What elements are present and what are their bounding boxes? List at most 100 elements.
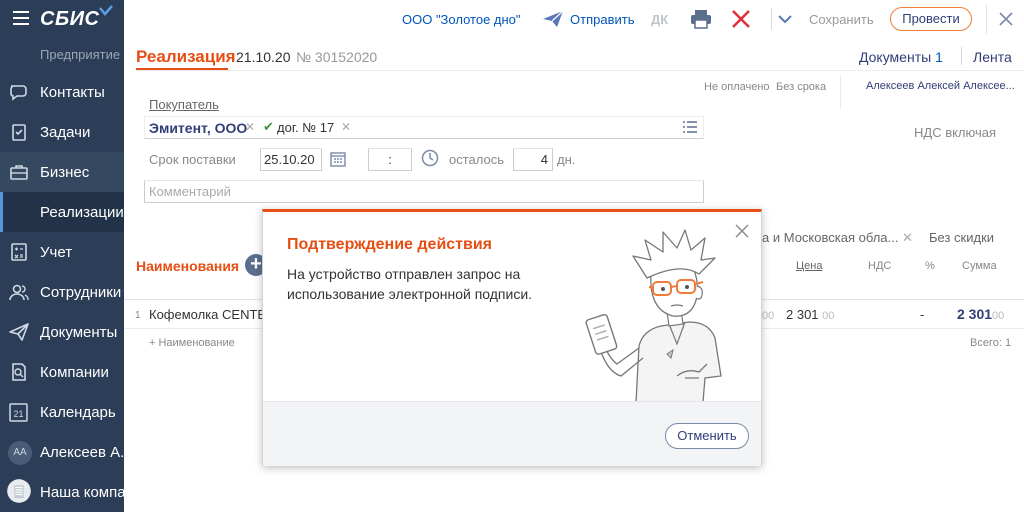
person-with-phone-illustration bbox=[585, 229, 722, 402]
discount-selector[interactable]: Без скидки bbox=[929, 230, 994, 245]
remove-contract-icon[interactable]: ✕ bbox=[341, 120, 351, 134]
row-quantity-fraction: 00 bbox=[762, 310, 775, 322]
header-divider bbox=[136, 70, 1024, 71]
chevron-down-icon[interactable] bbox=[777, 12, 793, 26]
company-subtitle: Предприятие bbox=[40, 47, 121, 62]
briefcase-icon bbox=[10, 165, 28, 180]
documents-label: Документы bbox=[859, 49, 932, 65]
document-date[interactable]: 21.10.20 bbox=[236, 49, 291, 65]
payment-status[interactable]: Не оплачено bbox=[704, 81, 770, 93]
header-tab-divider bbox=[961, 47, 962, 65]
list-icon[interactable] bbox=[683, 121, 697, 133]
send-icon[interactable] bbox=[542, 10, 564, 28]
documents-tab[interactable]: Документы 1 bbox=[859, 49, 943, 65]
sidebar-item-label: Реализации bbox=[40, 204, 124, 221]
sidebar-item-employees[interactable]: Сотрудники bbox=[0, 272, 124, 312]
dialog-title: Подтверждение действия bbox=[287, 236, 493, 253]
sidebar-item-our-company[interactable]: Наша компа... bbox=[0, 472, 124, 512]
remaining-label: осталось bbox=[449, 152, 505, 167]
page-title: Реализация bbox=[136, 47, 236, 66]
remove-buyer-icon[interactable]: ✕ bbox=[245, 120, 255, 134]
avatar: АА bbox=[8, 441, 32, 465]
documents-count: 1 bbox=[935, 49, 943, 65]
sidebar-item-contacts[interactable]: Контакты bbox=[0, 72, 124, 112]
buyer-name[interactable]: Эмитент, ООО bbox=[149, 120, 247, 136]
menu-icon[interactable] bbox=[13, 11, 29, 25]
logo-check-icon bbox=[99, 5, 113, 16]
sidebar-item-label: Календарь bbox=[40, 404, 116, 421]
assignee-divider bbox=[840, 76, 841, 108]
delivery-time-field[interactable]: : bbox=[368, 148, 412, 171]
sidebar-item-companies[interactable]: Компании bbox=[0, 352, 124, 392]
add-item-link[interactable]: + Наименование bbox=[149, 337, 235, 349]
calendar-icon: 21 bbox=[9, 403, 28, 422]
delete-icon[interactable] bbox=[731, 9, 751, 29]
sidebar-item-business[interactable]: Бизнес bbox=[0, 152, 124, 192]
assignee-name[interactable]: Алексеев Алексей Алексее... bbox=[866, 80, 1015, 92]
sidebar-item-accounting[interactable]: Учет bbox=[0, 232, 124, 272]
sidebar-item-tasks[interactable]: Задачи bbox=[0, 112, 124, 152]
save-button[interactable]: Сохранить bbox=[809, 12, 874, 27]
close-icon bbox=[999, 12, 1013, 26]
items-total: Всего: 1 bbox=[970, 337, 1012, 349]
close-button[interactable] bbox=[986, 4, 1022, 34]
sidebar-item-label: Бизнес bbox=[40, 164, 90, 181]
app-logo[interactable]: СБИС bbox=[40, 8, 99, 31]
svg-text:21: 21 bbox=[13, 409, 23, 419]
row-item-name[interactable]: Кофемолка CENTE bbox=[149, 307, 266, 322]
row-sum-value: 2 301 bbox=[957, 306, 993, 322]
check-icon: ✔ bbox=[263, 119, 274, 134]
row-sum[interactable]: 2 30100 bbox=[957, 306, 1004, 322]
items-section-title: Наименования bbox=[136, 258, 240, 274]
region-field[interactable]: а и Московская обла... ✕ bbox=[762, 230, 913, 246]
organization-link[interactable]: ООО "Золотое дно" bbox=[402, 12, 521, 27]
contract-name[interactable]: дог. № 17 bbox=[277, 120, 334, 135]
print-icon[interactable] bbox=[690, 9, 712, 29]
calendar-icon[interactable] bbox=[330, 151, 346, 167]
sidebar-item-label: Алексеев А... bbox=[40, 444, 124, 461]
deadline-status[interactable]: Без срока bbox=[776, 81, 826, 93]
sidebar-item-label: Сотрудники bbox=[40, 284, 122, 301]
sidebar: СБИС Предприятие Контакты Задачи Бизнес … bbox=[0, 0, 124, 512]
column-header-percent: % bbox=[925, 260, 935, 272]
send-button[interactable]: Отправить bbox=[570, 12, 634, 27]
row-vat[interactable]: - bbox=[920, 307, 924, 322]
clock-icon[interactable] bbox=[421, 149, 439, 167]
sidebar-item-label: Наша компа... bbox=[40, 484, 124, 501]
toolbar-divider bbox=[771, 8, 772, 30]
delivery-label: Срок поставки bbox=[149, 152, 236, 167]
days-field[interactable]: 4 bbox=[513, 148, 553, 171]
feed-tab[interactable]: Лента bbox=[973, 49, 1012, 65]
calculator-icon bbox=[11, 243, 27, 261]
cancel-button[interactable]: Отменить bbox=[665, 423, 749, 449]
dk-button[interactable]: ДК bbox=[651, 12, 668, 27]
logo-row: СБИС bbox=[0, 0, 124, 40]
row-price[interactable]: 2 301 00 bbox=[786, 307, 834, 322]
sidebar-item-label: Контакты bbox=[40, 84, 105, 101]
comment-input[interactable]: Комментарий bbox=[144, 180, 704, 203]
sidebar-item-label: Компании bbox=[40, 364, 109, 381]
post-button[interactable]: Провести bbox=[890, 7, 972, 31]
row-number: 1 bbox=[135, 310, 141, 321]
company-icon bbox=[12, 363, 26, 381]
region-value: а и Московская обла... bbox=[762, 230, 899, 245]
sidebar-item-realizations[interactable]: Реализации bbox=[0, 192, 124, 232]
dialog-footer: Отменить bbox=[263, 401, 761, 466]
sidebar-item-calendar[interactable]: 21 Календарь bbox=[0, 392, 124, 432]
column-header-sum: Сумма bbox=[962, 260, 997, 272]
sidebar-item-user[interactable]: АА Алексеев А... bbox=[0, 432, 124, 472]
row-price-fraction: 00 bbox=[822, 310, 835, 322]
vat-mode[interactable]: НДС включая bbox=[914, 125, 996, 140]
sidebar-item-documents[interactable]: Документы bbox=[0, 312, 124, 352]
tasks-icon bbox=[12, 124, 26, 141]
remove-region-icon[interactable]: ✕ bbox=[902, 230, 913, 245]
row-price-value: 2 301 bbox=[786, 307, 819, 322]
confirmation-dialog: Подтверждение действия На устройство отп… bbox=[262, 209, 762, 466]
chat-icon bbox=[10, 85, 27, 101]
delivery-date-field[interactable]: 25.10.20 bbox=[260, 148, 322, 171]
row-sum-fraction: 00 bbox=[992, 310, 1005, 322]
buyer-label[interactable]: Покупатель bbox=[149, 97, 219, 112]
column-header-price[interactable]: Цена bbox=[796, 260, 822, 272]
people-icon bbox=[9, 284, 29, 301]
document-number[interactable]: № 30152020 bbox=[296, 49, 377, 65]
